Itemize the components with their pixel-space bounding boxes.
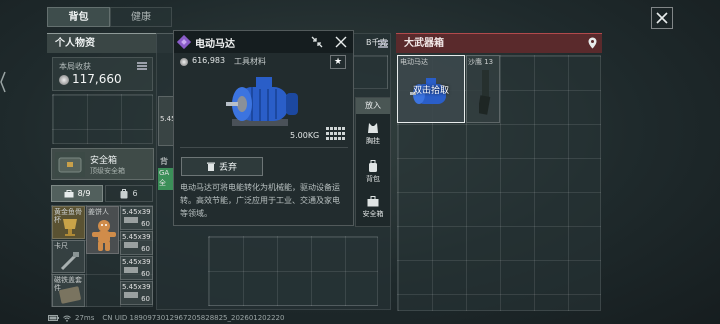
coin-icon [180, 58, 188, 66]
collapse-arrows-icon [311, 36, 323, 48]
arsenal-location-button[interactable] [585, 36, 599, 50]
double-click-pickup-hint: 双击拾取 [412, 86, 449, 96]
backpack-count[interactable]: 6 [105, 185, 153, 202]
secure-box[interactable]: 安全箱 顶级安全箱 [51, 148, 154, 180]
item-detail-popup: 电动马达 616,983 工具材料 ★ 5.00KG 丢弃 电动马达可将电能转化… [173, 30, 354, 226]
ammo-count: 60 [141, 270, 150, 278]
income-label: 本局收获 [59, 62, 91, 71]
arsenal-slot-motor[interactable]: 电动马达 双击拾取 [397, 55, 465, 123]
middle-list-button[interactable] [376, 38, 390, 50]
arsenal-header: 大武器箱 [396, 33, 602, 53]
item-gold-cup[interactable]: 黄金鱼骨杯 [52, 206, 85, 239]
popup-description: 电动马达可将电能转化为机械能，驱动设备运转。高效节能，广泛应用于工业、交通及家电… [180, 183, 340, 218]
trash-icon [206, 162, 215, 171]
middle-small-item[interactable]: 5.45 [158, 96, 176, 146]
electric-motor-image [226, 77, 298, 126]
status-bar: 27ms CN UID 1890973012967205828825_20260… [48, 312, 448, 324]
safe-box-target[interactable]: 安全箱 [356, 196, 390, 219]
vest-icon [368, 123, 378, 133]
close-icon [656, 12, 668, 24]
item-gingerbread[interactable]: 姜饼人 [86, 206, 119, 254]
coin-icon [59, 75, 69, 85]
location-pin-icon [588, 37, 596, 49]
backpack-label: 背包 [366, 175, 380, 183]
personal-panel-header: 个人物资 [47, 33, 173, 53]
popup-category: 工具材料 [234, 57, 266, 66]
ammo-stack[interactable]: 5.45x39 60 [120, 206, 153, 230]
item-magnet-kit[interactable]: 磁铁盖套件 [52, 274, 85, 307]
chest-rig-count-value: 8/9 [77, 189, 91, 198]
ammo-count: 60 [141, 245, 150, 253]
put-in-panel: 放入 胸挂 背包 安全箱 [355, 97, 391, 227]
pistol-icon [479, 70, 491, 115]
close-button[interactable] [651, 7, 673, 29]
list-icon [137, 62, 147, 70]
battery-icon [48, 315, 59, 321]
backpack-icon [369, 160, 377, 172]
close-icon [335, 36, 347, 48]
safe-box-label: 安全箱 [362, 210, 384, 218]
secure-box-image [55, 152, 85, 177]
middle-green-item-code: GA [159, 169, 170, 177]
ammo-stack[interactable]: 5.45x39 60 [120, 256, 153, 280]
arsenal-slot-pistol-name: 沙鹰 13 [468, 58, 494, 66]
tab-health[interactable]: 健康 [110, 7, 172, 27]
middle-backpack-label: 背 [160, 157, 168, 166]
popup-divider [180, 147, 348, 148]
collapse-button[interactable] [309, 34, 325, 50]
list-icon [378, 40, 388, 48]
backpack-icon [120, 188, 128, 198]
put-in-header: 放入 [356, 98, 390, 114]
ping-value: 27ms [75, 314, 95, 322]
ammo-label: 5.45x39 [122, 258, 151, 266]
backpack-count-value: 6 [132, 189, 138, 198]
uid-text: CN UID 1890973012967205828825_2026012022… [102, 314, 285, 322]
discard-button[interactable]: 丢弃 [181, 157, 263, 176]
ammo-count: 60 [141, 220, 150, 228]
secure-box-sub: 顶级安全箱 [90, 167, 125, 175]
favorite-button[interactable]: ★ [330, 55, 346, 69]
grid-size-icon [326, 127, 345, 140]
star-icon: ★ [333, 57, 343, 67]
rarity-diamond-icon [177, 35, 191, 49]
briefcase-icon [367, 196, 379, 207]
ammo-stack[interactable]: 5.45x39 60 [120, 281, 153, 305]
item-caliper[interactable]: 卡尺 [52, 240, 85, 273]
ammo-stack[interactable]: 5.45x39 60 [120, 231, 153, 255]
middle-green-item[interactable]: GA 全 [158, 168, 174, 190]
discard-label: 丢弃 [218, 163, 237, 173]
tab-backpack[interactable]: 背包 [47, 7, 110, 27]
arsenal-slot-motor-name: 电动马达 [400, 58, 428, 66]
chest-rig-count[interactable]: 8/9 [51, 185, 103, 202]
left-edge-chevron-icon[interactable] [0, 70, 6, 94]
middle-green-item-text: 全 [159, 179, 166, 187]
briefcase-icon [64, 189, 74, 197]
ammo-count: 60 [141, 295, 150, 303]
chest-rig-target[interactable]: 胸挂 [356, 122, 390, 146]
popup-close-button[interactable] [333, 34, 349, 50]
ammo-label: 5.45x39 [122, 283, 151, 291]
secure-box-title: 安全箱 [90, 156, 118, 166]
income-value: 117,660 [72, 72, 122, 86]
personal-panel-title: 个人物资 [55, 38, 95, 49]
popup-header: 电动马达 [174, 31, 353, 53]
wifi-icon [63, 315, 71, 322]
popup-title: 电动马达 [195, 39, 235, 50]
item-label: 姜饼人 [88, 208, 109, 216]
ammo-label: 5.45x39 [122, 233, 151, 241]
backpack-target[interactable]: 背包 [356, 160, 390, 184]
popup-price: 616,983 [192, 56, 226, 65]
personal-empty-grid [52, 94, 153, 144]
arsenal-slot-pistol[interactable]: 沙鹰 13 [466, 55, 500, 123]
arsenal-title: 大武器箱 [404, 38, 444, 49]
income-list-button[interactable] [135, 60, 149, 72]
middle-top-grid [352, 55, 388, 89]
item-label: 卡尺 [54, 242, 68, 250]
middle-bottom-grid [208, 236, 378, 306]
ammo-label: 5.45x39 [122, 208, 151, 216]
popup-weight: 5.00KG [290, 131, 320, 140]
chest-rig-label: 胸挂 [366, 137, 380, 145]
